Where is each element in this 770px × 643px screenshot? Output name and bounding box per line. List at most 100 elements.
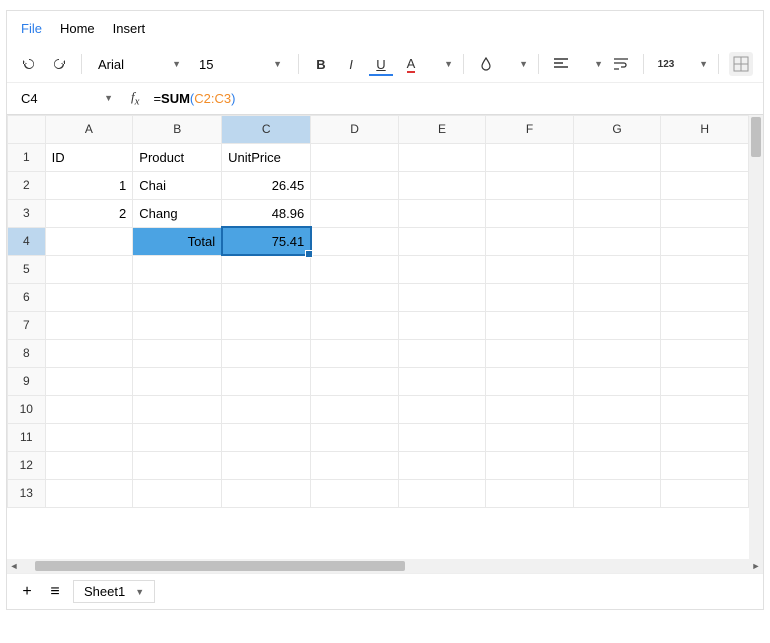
cell-G1[interactable] — [573, 143, 661, 171]
cell-G3[interactable] — [573, 199, 661, 227]
row-header-7[interactable]: 7 — [8, 311, 46, 339]
hscroll-right-arrow[interactable]: ► — [749, 561, 763, 571]
cell-F3[interactable] — [486, 199, 574, 227]
cell-D1[interactable] — [311, 143, 399, 171]
cell-A3[interactable]: 2 — [45, 199, 133, 227]
cell[interactable] — [661, 395, 749, 423]
chevron-down-icon[interactable]: ▼ — [699, 59, 708, 69]
row-header-8[interactable]: 8 — [8, 339, 46, 367]
cell[interactable] — [486, 311, 574, 339]
cell[interactable] — [45, 255, 133, 283]
cell[interactable] — [311, 395, 399, 423]
cell[interactable] — [222, 367, 311, 395]
cell[interactable] — [133, 339, 222, 367]
col-header-G[interactable]: G — [573, 115, 661, 143]
cell-A4[interactable] — [45, 227, 133, 255]
cell-E1[interactable] — [398, 143, 486, 171]
align-button[interactable] — [549, 52, 573, 76]
cell[interactable] — [45, 283, 133, 311]
font-color-button[interactable]: A — [399, 52, 423, 76]
cell-C4[interactable]: 75.41 — [222, 227, 311, 255]
cell[interactable] — [661, 479, 749, 507]
cell[interactable] — [133, 395, 222, 423]
cell[interactable] — [45, 395, 133, 423]
cell[interactable] — [398, 339, 486, 367]
cell-A1[interactable]: ID — [45, 143, 133, 171]
cell[interactable] — [311, 339, 399, 367]
cell-G4[interactable] — [573, 227, 661, 255]
redo-button[interactable] — [47, 52, 71, 76]
cell[interactable] — [45, 339, 133, 367]
row-header-2[interactable]: 2 — [8, 171, 46, 199]
cell[interactable] — [311, 451, 399, 479]
cell-H2[interactable] — [661, 171, 749, 199]
row-header-3[interactable]: 3 — [8, 199, 46, 227]
cell[interactable] — [133, 283, 222, 311]
fill-color-button[interactable] — [474, 52, 498, 76]
cell-B3[interactable]: Chang — [133, 199, 222, 227]
cell[interactable] — [222, 283, 311, 311]
cell[interactable] — [398, 479, 486, 507]
borders-button[interactable] — [729, 52, 753, 76]
number-format-button[interactable]: 123 — [654, 52, 678, 76]
formula-input[interactable]: =SUM(C2:C3) — [153, 91, 753, 106]
cell[interactable] — [133, 423, 222, 451]
row-header-5[interactable]: 5 — [8, 255, 46, 283]
cell[interactable] — [398, 311, 486, 339]
font-size-select[interactable]: 15 ▼ — [193, 57, 288, 72]
cell[interactable] — [486, 479, 574, 507]
cell[interactable] — [486, 255, 574, 283]
cell[interactable] — [133, 367, 222, 395]
cell-C1[interactable]: UnitPrice — [222, 143, 311, 171]
row-header-9[interactable]: 9 — [8, 367, 46, 395]
cell[interactable] — [398, 395, 486, 423]
cell[interactable] — [133, 311, 222, 339]
cell-H3[interactable] — [661, 199, 749, 227]
sheet-list-button[interactable]: ≡ — [45, 582, 65, 602]
cell[interactable] — [222, 339, 311, 367]
col-header-C[interactable]: C — [222, 115, 311, 143]
row-header-12[interactable]: 12 — [8, 451, 46, 479]
row-header-6[interactable]: 6 — [8, 283, 46, 311]
row-header-11[interactable]: 11 — [8, 423, 46, 451]
vscroll-thumb[interactable] — [751, 117, 761, 157]
cell-F2[interactable] — [486, 171, 574, 199]
col-header-F[interactable]: F — [486, 115, 574, 143]
cell[interactable] — [398, 367, 486, 395]
menu-insert[interactable]: Insert — [113, 21, 146, 36]
cell-D4[interactable] — [311, 227, 399, 255]
fx-icon[interactable]: fx — [125, 89, 145, 108]
select-all-corner[interactable] — [8, 115, 46, 143]
cell[interactable] — [398, 451, 486, 479]
row-header-13[interactable]: 13 — [8, 479, 46, 507]
italic-button[interactable]: I — [339, 52, 363, 76]
cell[interactable] — [573, 479, 661, 507]
col-header-B[interactable]: B — [133, 115, 222, 143]
col-header-D[interactable]: D — [311, 115, 399, 143]
hscroll-thumb[interactable] — [35, 561, 405, 571]
cell[interactable] — [222, 479, 311, 507]
col-header-H[interactable]: H — [661, 115, 749, 143]
cell-E3[interactable] — [398, 199, 486, 227]
cell[interactable] — [661, 367, 749, 395]
vscroll-track[interactable] — [749, 159, 763, 559]
col-header-E[interactable]: E — [398, 115, 486, 143]
cell-B4[interactable]: Total — [133, 227, 222, 255]
row-header-1[interactable]: 1 — [8, 143, 46, 171]
cell[interactable] — [311, 283, 399, 311]
chevron-down-icon[interactable]: ▼ — [594, 59, 603, 69]
cell[interactable] — [398, 283, 486, 311]
cell[interactable] — [573, 339, 661, 367]
horizontal-scrollbar[interactable]: ◄ ► — [7, 559, 763, 573]
cell-E2[interactable] — [398, 171, 486, 199]
cell-B2[interactable]: Chai — [133, 171, 222, 199]
cell[interactable] — [486, 367, 574, 395]
cell[interactable] — [222, 423, 311, 451]
cell[interactable] — [661, 255, 749, 283]
bold-button[interactable]: B — [309, 52, 333, 76]
cell[interactable] — [45, 423, 133, 451]
cell[interactable] — [573, 423, 661, 451]
cell[interactable] — [661, 339, 749, 367]
cell[interactable] — [486, 451, 574, 479]
cell[interactable] — [573, 395, 661, 423]
